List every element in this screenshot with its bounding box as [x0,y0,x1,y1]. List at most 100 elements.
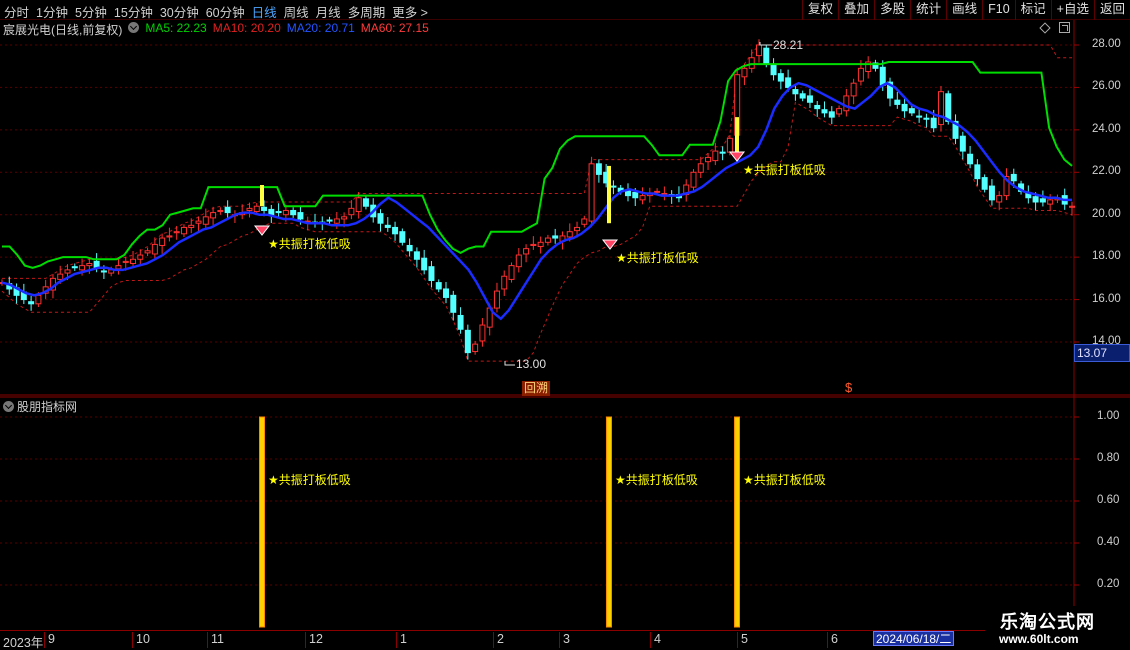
candle-body [974,164,981,180]
main-signal-label: ★共振打板低吸 [743,163,826,177]
candle-body [639,195,646,201]
candle-body [756,44,763,57]
candle-body [828,111,835,118]
kline-chart[interactable] [0,0,1130,650]
candle-body [523,248,530,255]
date-axis-label: 5 [737,632,748,648]
candle-body [71,266,78,269]
candle-body [690,171,697,188]
candle-body [399,231,406,243]
candle-body [100,270,107,273]
candle-body [144,250,151,254]
candle-body [515,254,522,268]
lower-channel-line [1,101,1073,362]
date-axis-label: 12 [305,632,323,648]
candle-body [595,163,602,175]
candle-body [384,224,391,228]
sub-panel-title: 股朋指标网 [17,400,78,414]
candle-body [479,324,486,342]
candle-body [552,235,559,239]
signal-candle [735,117,739,154]
candle-body [57,273,64,280]
date-axis-label: 1 [396,632,407,648]
candle-body [64,269,71,274]
candle-body [406,244,413,252]
ma-blue-line [1,81,1072,321]
price-tick-label: 22.00 [1092,165,1121,178]
current-price-box: 13.07 [1074,344,1130,362]
candle-body [1047,199,1054,205]
candle-body [741,67,748,78]
candle-body [348,207,355,216]
price-tick-label: 24.00 [1092,122,1121,135]
candle-body [413,251,420,260]
main-signal-label: ★共振打板低吸 [268,237,351,251]
candle-body [268,208,275,216]
sub-tick-label: 0.80 [1097,452,1120,464]
candle-body [275,211,282,214]
candle-body [610,185,617,188]
candle-body [224,206,231,214]
candle-body [151,243,158,255]
candle-body [879,66,886,86]
date-axis-label: 11 [207,632,224,648]
candle-body [355,197,362,213]
candle-body [188,224,195,228]
chevron-down-icon[interactable] [3,401,14,412]
candle-body [923,117,930,120]
sub-tick-label: 0.40 [1097,536,1120,548]
date-axis-label: 4 [650,632,661,648]
candle-body [945,93,952,122]
candle-body [901,103,908,112]
candle-body [464,329,471,354]
candle-body [210,212,217,219]
candle-body [654,190,661,193]
candle-body [799,93,806,99]
candle-body [537,241,544,248]
candle-body [697,163,704,173]
candle-body [202,216,209,225]
huitiao-badge[interactable]: 回溯 [522,381,551,396]
candle-body [581,218,588,225]
candle-body [632,191,639,199]
candle-body [726,137,733,153]
candle-body [544,237,551,243]
candle-body [777,73,784,82]
dollar-marker[interactable]: $ [845,380,852,395]
price-tick-label: 26.00 [1092,80,1121,93]
sub-tick-label: 0.60 [1097,494,1120,506]
signal-gem-icon [253,225,271,236]
candle-body [806,95,813,103]
candle-body [508,265,515,280]
candle-body [392,226,399,235]
candle-body [246,207,253,211]
indicator-bar [259,416,265,628]
candle-body [748,57,755,69]
candle-body [297,212,304,220]
candle-body [574,226,581,232]
candle-body [1039,198,1046,203]
date-axis-label: 9 [44,632,55,648]
candle-body [180,226,187,235]
candle-body [217,209,224,213]
candle-body [261,206,268,211]
candle-body [937,91,944,126]
date-axis-label: 3 [559,632,570,648]
candle-body [850,82,857,97]
candle-body [443,288,450,298]
candle-body [967,153,974,165]
candle-body [588,163,595,222]
signal-candle [260,185,264,207]
candle-body [435,282,442,290]
candle-body [814,104,821,110]
date-axis-label: 10 [132,632,150,648]
candle-body [493,290,500,309]
sub-signal-label: ★共振打板低吸 [743,473,826,487]
sub-signal-label: ★共振打板低吸 [268,473,351,487]
watermark-title: 乐淘公式网 [1000,612,1095,632]
candle-body [35,294,42,305]
price-tick-label: 16.00 [1092,292,1121,305]
candle-body [959,135,966,152]
candle-body [173,231,180,234]
candle-body [792,89,799,95]
